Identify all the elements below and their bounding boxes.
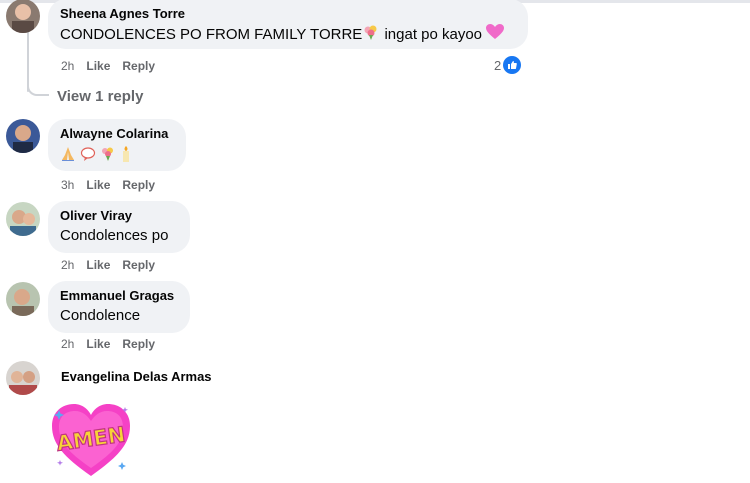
comment-actions: 2h Like Reply <box>61 59 167 73</box>
comment-actions: 2h Like Reply <box>61 337 167 351</box>
candle-icon <box>121 146 131 168</box>
comment-text: CONDOLENCES PO FROM FAMILY TORRE ingat p… <box>60 24 516 46</box>
comment-text: Condolence <box>60 307 141 324</box>
comment-time[interactable]: 2h <box>61 59 74 73</box>
reply-thread-curve <box>27 80 49 96</box>
reply-button[interactable]: Reply <box>122 59 155 73</box>
avatar[interactable] <box>6 0 40 33</box>
comment-text-tail: ingat po kayoo <box>384 25 483 43</box>
speech-bubble-icon <box>80 146 96 168</box>
avatar[interactable] <box>6 361 40 395</box>
folded-hands-icon <box>60 146 76 168</box>
comment-actions: 3h Like Reply <box>61 178 167 192</box>
avatar[interactable] <box>6 119 40 153</box>
view-replies-link[interactable]: View 1 reply <box>57 88 143 105</box>
like-button[interactable]: Like <box>86 178 110 192</box>
commenter-name[interactable]: Evangelina Delas Armas <box>61 369 212 385</box>
comment-text-main: CONDOLENCES PO FROM FAMILY TORRE <box>60 25 363 43</box>
comment-bubble: Emmanuel Gragas Condolence <box>48 281 190 333</box>
like-button[interactable]: Like <box>86 337 110 351</box>
avatar[interactable] <box>6 282 40 316</box>
comment-actions: 2h Like Reply <box>61 258 167 272</box>
comment-time[interactable]: 2h <box>61 258 74 272</box>
pink-heart-icon <box>486 24 505 46</box>
reply-button[interactable]: Reply <box>122 178 155 192</box>
comment-time[interactable]: 3h <box>61 178 74 192</box>
comment-bubble: Alwayne Colarina <box>48 119 186 171</box>
commenter-name[interactable]: Sheena Agnes Torre <box>60 6 516 22</box>
reply-button[interactable]: Reply <box>122 337 155 351</box>
bouquet-icon <box>362 24 380 46</box>
comment-bubble: Oliver Viray Condolences po <box>48 201 190 253</box>
comment-bubble: Sheena Agnes Torre CONDOLENCES PO FROM F… <box>48 0 528 49</box>
like-button[interactable]: Like <box>86 59 110 73</box>
reaction-count[interactable]: 2 <box>494 56 522 74</box>
comment-text: Condolences po <box>60 227 169 244</box>
like-reaction-icon <box>503 56 522 74</box>
comment-time[interactable]: 2h <box>61 337 74 351</box>
like-button[interactable]: Like <box>86 258 110 272</box>
commenter-name[interactable]: Emmanuel Gragas <box>60 288 178 304</box>
avatar[interactable] <box>6 202 40 236</box>
commenter-name[interactable]: Alwayne Colarina <box>60 126 174 142</box>
reaction-count-number: 2 <box>494 57 502 73</box>
comment-emoji-row <box>60 146 174 168</box>
reply-button[interactable]: Reply <box>122 258 155 272</box>
bouquet-icon <box>100 146 116 168</box>
commenter-name[interactable]: Oliver Viray <box>60 208 178 224</box>
amen-sticker[interactable]: AMEN <box>50 402 132 478</box>
